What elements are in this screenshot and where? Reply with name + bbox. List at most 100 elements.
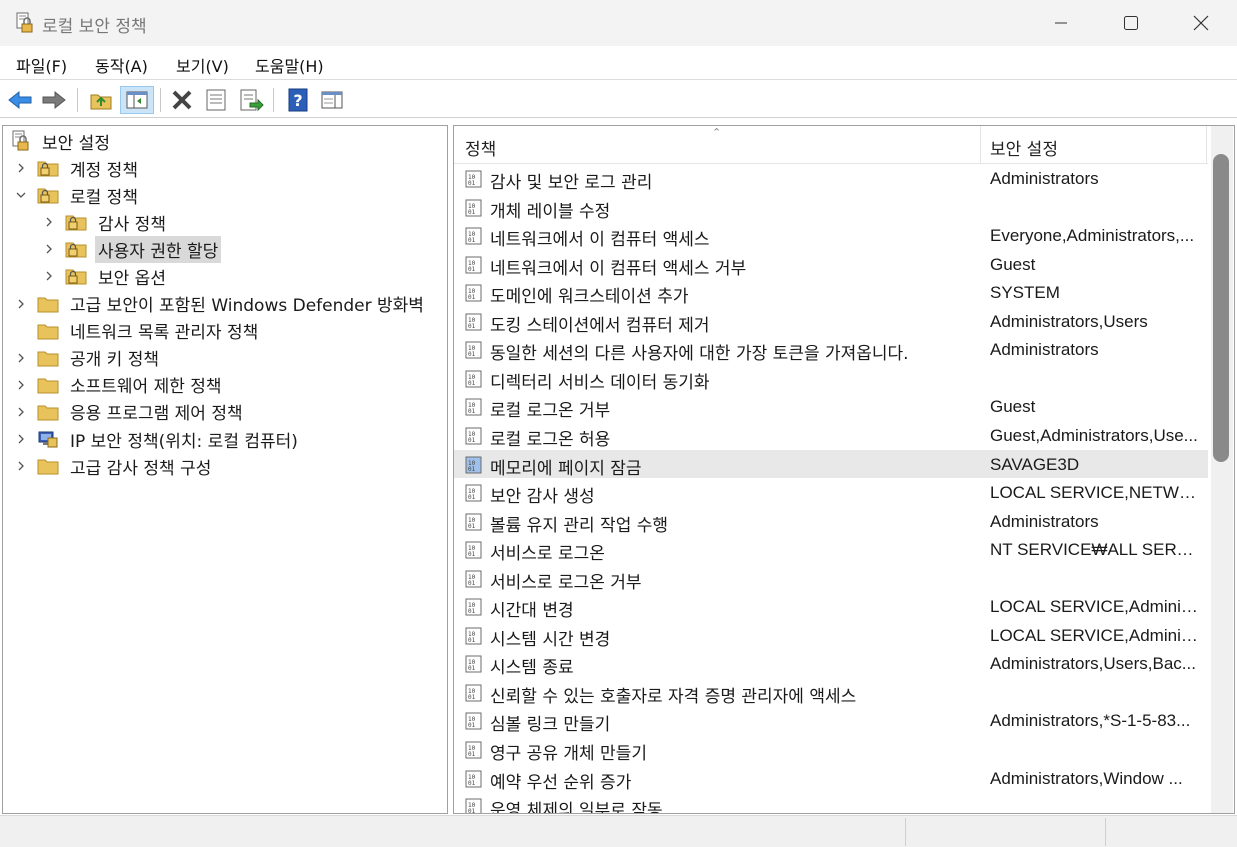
tree-item[interactable]: 고급 감사 정책 구성 xyxy=(18,453,214,479)
chevron-down-icon[interactable] xyxy=(15,189,27,201)
policy-row[interactable]: 10 01 서비스로 로그온 NT SERVICE₩ALL SERVIC... xyxy=(454,535,1208,564)
export-list-button[interactable] xyxy=(237,86,265,114)
tree-item[interactable]: 고급 보안이 포함된 Windows Defender 방화벽 xyxy=(18,291,427,317)
locked-folder-icon xyxy=(37,188,59,204)
policy-setting: LOCAL SERVICE,Adminis... xyxy=(990,625,1202,645)
svg-text:01: 01 xyxy=(468,266,476,273)
policy-name: 시스템 시간 변경 xyxy=(490,629,611,650)
policy-row[interactable]: 10 01 운영 체제의 일부로 작동 xyxy=(454,792,1208,813)
policy-icon: 1001 xyxy=(465,427,482,445)
forward-button[interactable] xyxy=(40,86,68,114)
policy-name: 시스템 종료 xyxy=(490,658,574,679)
policy-icon: 1001 xyxy=(465,684,482,702)
column-header-security-setting[interactable]: 보안 설정 xyxy=(990,135,1058,160)
column-divider[interactable] xyxy=(1206,126,1207,164)
tree-item[interactable]: 응용 프로그램 제어 정책 xyxy=(18,399,246,425)
folder-icon xyxy=(37,378,59,394)
ip-security-icon xyxy=(38,431,58,448)
policy-icon: 1001 xyxy=(465,484,482,502)
svg-text:01: 01 xyxy=(468,722,476,729)
close-button[interactable] xyxy=(1166,0,1236,46)
maximize-button[interactable] xyxy=(1096,0,1166,46)
policy-name: 서비스로 로그온 xyxy=(490,544,605,565)
delete-button[interactable] xyxy=(168,86,196,114)
policy-row[interactable]: 10 01 로컬 로그온 허용 Guest,Administrators,Use... xyxy=(454,421,1208,450)
status-bar xyxy=(0,815,1237,847)
policy-row[interactable]: 10 01 보안 감사 생성 LOCAL SERVICE,NETWO... xyxy=(454,478,1208,507)
menu-file[interactable]: 파일(F) xyxy=(16,53,67,77)
policy-icon: 1001 xyxy=(465,798,482,813)
policy-row[interactable]: 10 01 개체 레이블 수정 xyxy=(454,193,1208,222)
policy-row[interactable]: 10 01 감사 및 보안 로그 관리 Administrators xyxy=(454,164,1208,193)
window-title: 로컬 보안 정책 xyxy=(42,17,147,37)
chevron-right-icon[interactable] xyxy=(15,162,27,174)
policy-row[interactable]: 10 01 예약 우선 순위 증가 Administrators,Window ... xyxy=(454,764,1208,793)
policy-row[interactable]: 10 01 영구 공유 개체 만들기 xyxy=(454,735,1208,764)
policy-setting: Guest xyxy=(990,254,1036,274)
chevron-right-icon[interactable] xyxy=(15,406,27,418)
policy-icon: 1001 xyxy=(465,199,482,217)
policy-name: 디렉터리 서비스 데이터 동기화 xyxy=(490,372,710,393)
policy-row[interactable]: 10 01 메모리에 페이지 잠금 SAVAGE3D xyxy=(454,449,1208,479)
policy-row[interactable]: 10 01 심볼 링크 만들기 Administrators,*S-1-5-83... xyxy=(454,706,1208,735)
up-folder-button[interactable] xyxy=(87,86,115,114)
policy-row[interactable]: 10 01 볼륨 유지 관리 작업 수행 Administrators xyxy=(454,507,1208,536)
policy-row[interactable]: 10 01 네트워크에서 이 컴퓨터 액세스 거부 Guest xyxy=(454,250,1208,279)
minimize-button[interactable] xyxy=(1026,0,1096,46)
tree-item[interactable]: IP 보안 정책(위치: 로컬 컴퓨터) xyxy=(18,426,301,452)
menu-view[interactable]: 보기(V) xyxy=(176,53,229,77)
show-hide-tree-icon xyxy=(126,91,148,109)
tree-item-label: 사용자 권한 할당 xyxy=(95,235,222,263)
column-header-policy[interactable]: 정책 xyxy=(465,135,496,160)
policy-name: 네트워크에서 이 컴퓨터 액세스 xyxy=(490,230,710,251)
tree-item[interactable]: 계정 정책 xyxy=(18,155,141,181)
chevron-right-icon[interactable] xyxy=(43,243,55,255)
menu-action[interactable]: 동작(A) xyxy=(95,53,148,77)
column-divider[interactable] xyxy=(980,126,981,164)
menu-help[interactable]: 도움말(H) xyxy=(255,53,324,77)
policy-row[interactable]: 10 01 디렉터리 서비스 데이터 동기화 xyxy=(454,364,1208,393)
tree-item[interactable]: 보안 옵션 xyxy=(46,263,169,289)
tree-item[interactable]: 공개 키 정책 xyxy=(18,345,162,371)
tree-item[interactable]: 로컬 정책 xyxy=(16,182,141,208)
policy-row[interactable]: 10 01 로컬 로그온 거부 Guest xyxy=(454,392,1208,421)
scrollbar-thumb[interactable] xyxy=(1213,154,1229,462)
status-divider xyxy=(1105,818,1106,846)
policy-row[interactable]: 10 01 시스템 시간 변경 LOCAL SERVICE,Adminis... xyxy=(454,621,1208,650)
properties-button[interactable] xyxy=(202,86,230,114)
tree-item[interactable]: 네트워크 목록 관리자 정책 xyxy=(37,318,261,344)
policy-name: 서비스로 로그온 거부 xyxy=(490,572,642,593)
tree-item[interactable]: 사용자 권한 할당 xyxy=(46,235,222,263)
chevron-right-icon[interactable] xyxy=(15,352,27,364)
show-hide-tree-button[interactable] xyxy=(120,86,154,114)
policy-row[interactable]: 10 01 네트워크에서 이 컴퓨터 액세스 Everyone,Administrat… xyxy=(454,221,1208,250)
policy-name: 보안 감사 생성 xyxy=(490,487,595,508)
policy-row[interactable]: 10 01 도메인에 워크스테이션 추가 SYSTEM xyxy=(454,278,1208,307)
svg-text:01: 01 xyxy=(468,780,476,787)
show-action-pane-button[interactable] xyxy=(318,86,346,114)
policy-row[interactable]: 10 01 동일한 세션의 다른 사용자에 대한 가장 토큰을 가져옵니다. Admi… xyxy=(454,335,1208,364)
tree-root[interactable]: 보안 설정 xyxy=(9,128,113,154)
svg-text:01: 01 xyxy=(468,237,476,244)
chevron-right-icon[interactable] xyxy=(15,460,27,472)
chevron-right-icon[interactable] xyxy=(43,216,55,228)
tree-item[interactable]: 소프트웨어 제한 정책 xyxy=(18,372,225,398)
svg-text:01: 01 xyxy=(468,494,476,501)
policy-row[interactable]: 10 01 시간대 변경 LOCAL SERVICE,Adminis... xyxy=(454,592,1208,621)
chevron-right-icon[interactable] xyxy=(15,298,27,310)
policy-row[interactable]: 10 01 서비스로 로그온 거부 xyxy=(454,564,1208,593)
policy-setting: Administrators,*S-1-5-83... xyxy=(990,711,1191,731)
policy-row[interactable]: 10 01 신뢰할 수 있는 호출자로 자격 증명 관리자에 액세스 xyxy=(454,678,1208,707)
back-button[interactable] xyxy=(6,86,34,114)
policy-row[interactable]: 10 01 도킹 스테이션에서 컴퓨터 제거 Administrators,Users xyxy=(454,307,1208,336)
export-list-icon xyxy=(240,89,264,112)
policy-row[interactable]: 10 01 시스템 종료 Administrators,Users,Bac... xyxy=(454,649,1208,678)
help-button[interactable]: ? xyxy=(284,86,312,114)
svg-text:01: 01 xyxy=(468,580,476,587)
tree-item[interactable]: 감사 정책 xyxy=(46,209,169,235)
policy-name: 개체 레이블 수정 xyxy=(490,201,611,222)
chevron-right-icon[interactable] xyxy=(15,433,27,445)
chevron-right-icon[interactable] xyxy=(43,270,55,282)
policy-icon: 1001 xyxy=(465,170,482,188)
chevron-right-icon[interactable] xyxy=(15,379,27,391)
